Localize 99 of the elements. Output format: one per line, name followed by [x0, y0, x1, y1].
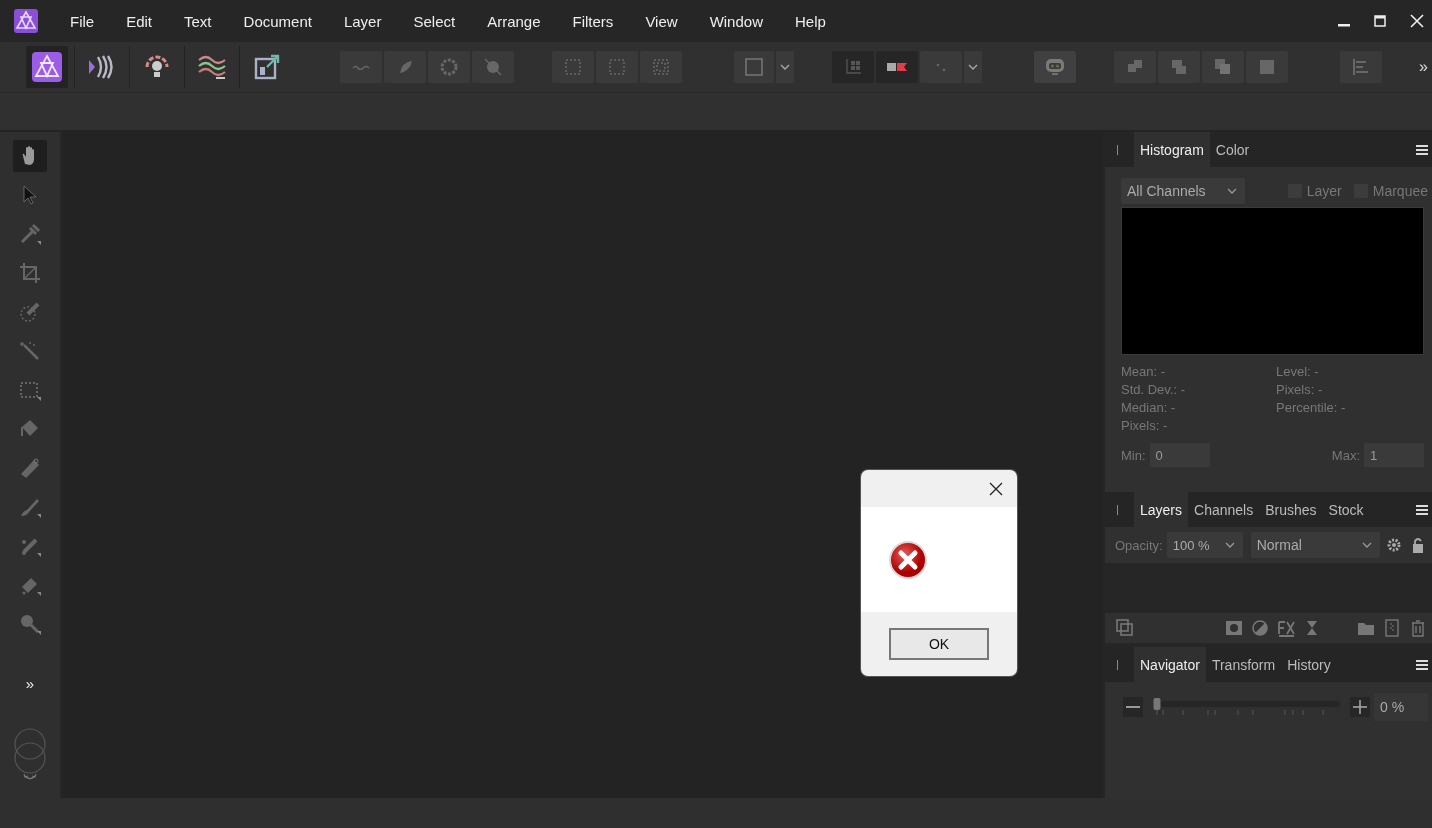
toolbar-overflow[interactable]: » — [1419, 58, 1428, 76]
points-icon — [936, 62, 946, 72]
dodge-icon — [18, 612, 42, 636]
min-label: Min: — [1121, 447, 1146, 463]
menu-item[interactable]: Help — [781, 12, 844, 30]
panel-tab[interactable]: Navigator — [1134, 647, 1206, 682]
panel-tab[interactable]: Color — [1209, 132, 1256, 167]
patch-icon — [18, 456, 42, 480]
menu-icon[interactable] — [1416, 658, 1428, 671]
menu-item[interactable]: File — [56, 12, 113, 30]
menu-item[interactable]: Text — [170, 12, 230, 30]
zoom-in-button[interactable] — [1350, 697, 1370, 717]
fx-icon[interactable] — [1276, 618, 1296, 638]
panel-tab[interactable]: Histogram — [1134, 132, 1210, 167]
plus-icon — [1353, 700, 1367, 714]
shape-icon — [743, 56, 765, 78]
panel-tab[interactable]: Brushes — [1259, 492, 1323, 527]
tools-overflow[interactable]: » — [25, 675, 35, 692]
caret-icon — [1227, 188, 1237, 194]
panel-tab[interactable]: History — [1281, 647, 1337, 682]
minus-icon — [1126, 706, 1140, 708]
curve-icon — [352, 64, 370, 70]
stat-text: Median: - — [1121, 399, 1177, 417]
stat-text: Level: - — [1276, 363, 1320, 381]
duplicate-icon[interactable] — [1115, 618, 1135, 638]
error-icon — [888, 539, 928, 580]
persona-button[interactable] — [26, 46, 68, 88]
menu-item[interactable]: Arrange — [473, 12, 559, 30]
align-button[interactable] — [1340, 51, 1382, 83]
leaf-button[interactable] — [384, 51, 426, 83]
checkbox-label: Layer — [1306, 183, 1342, 199]
slider-thumb[interactable] — [1153, 698, 1161, 710]
pipette-icon — [18, 222, 42, 246]
selection-brush-icon — [18, 300, 42, 324]
checkbox-label: Marquee — [1372, 183, 1428, 199]
tool-button[interactable] — [13, 140, 47, 172]
selection-button[interactable] — [552, 51, 594, 83]
menu-item[interactable]: Window — [695, 12, 781, 30]
photo-persona-icon — [32, 52, 62, 82]
menu-item[interactable]: Layer — [329, 12, 400, 30]
caret-icon[interactable] — [780, 64, 790, 70]
split-view-button[interactable] — [876, 51, 918, 83]
zoom-slider[interactable] — [1153, 698, 1340, 716]
pixel-layer-icon[interactable] — [1382, 618, 1402, 638]
menu-item[interactable]: Filters — [558, 12, 632, 30]
curve-button[interactable] — [340, 51, 382, 83]
blend-mode-dropdown[interactable]: Normal — [1250, 532, 1380, 558]
slashed-circle-button[interactable] — [472, 51, 514, 83]
panel-tab[interactable]: Stock — [1322, 492, 1370, 527]
selection-icon — [650, 56, 672, 78]
ok-button[interactable]: OK — [889, 628, 989, 660]
caret-icon — [1224, 542, 1235, 548]
arrange-button[interactable] — [1158, 51, 1200, 83]
arrange-button[interactable] — [1246, 51, 1288, 83]
menu-item[interactable]: Select — [399, 12, 474, 30]
selection-button[interactable] — [640, 51, 682, 83]
menu-item[interactable]: View — [631, 12, 696, 30]
adjustment-icon[interactable] — [1250, 618, 1270, 638]
maximize-icon[interactable] — [1374, 15, 1386, 27]
panel-tab[interactable]: Channels — [1188, 492, 1260, 527]
robot-icon — [1044, 57, 1066, 77]
channel-dropdown[interactable]: All Channels — [1121, 178, 1245, 204]
export-icon — [252, 52, 282, 82]
stat-text: Pixels: - — [1121, 417, 1169, 435]
dropdown-button[interactable] — [964, 51, 982, 83]
caret-icon[interactable] — [968, 64, 978, 70]
zoom-field[interactable]: 0 % — [1374, 693, 1428, 721]
stat-text: Std. Dev.: - — [1121, 381, 1187, 399]
selection-button[interactable] — [596, 51, 638, 83]
wheel-icon — [438, 56, 460, 78]
caret-icon — [1362, 542, 1372, 548]
panel-tab[interactable]: Layers — [1134, 492, 1189, 527]
menu-icon[interactable] — [1416, 143, 1428, 156]
assistant-button[interactable] — [1034, 51, 1076, 83]
dropdown-button[interactable] — [776, 51, 794, 83]
min-field[interactable]: 0 — [1149, 443, 1210, 467]
max-field[interactable]: 1 — [1364, 443, 1424, 467]
panel-tab[interactable]: Transform — [1205, 647, 1282, 682]
stat-text: Percentile: - — [1276, 399, 1347, 417]
opacity-label: Opacity: — [1115, 537, 1163, 553]
max-label: Max: — [1331, 447, 1360, 463]
zoom-out-button[interactable] — [1123, 697, 1143, 717]
close-icon[interactable] — [989, 481, 1003, 496]
menu-item[interactable]: Edit — [112, 12, 171, 30]
selection-icon — [606, 56, 628, 78]
selection-icon — [562, 56, 584, 78]
mask-icon[interactable] — [1224, 618, 1244, 638]
slashed-circle-icon — [482, 56, 504, 78]
menu-item[interactable]: Document — [229, 12, 330, 30]
shape-button[interactable] — [734, 51, 774, 83]
stat-text: Mean: - — [1121, 363, 1167, 381]
app-logo-icon — [14, 9, 38, 33]
menu-icon[interactable] — [1416, 503, 1428, 516]
opacity-dropdown[interactable]: 100 % — [1166, 532, 1243, 558]
wheel-button[interactable] — [428, 51, 470, 83]
arrange-button[interactable] — [1202, 51, 1244, 83]
stat-text: Pixels: - — [1276, 381, 1324, 399]
arrange-button[interactable] — [1114, 51, 1156, 83]
crop-icon — [18, 261, 42, 285]
